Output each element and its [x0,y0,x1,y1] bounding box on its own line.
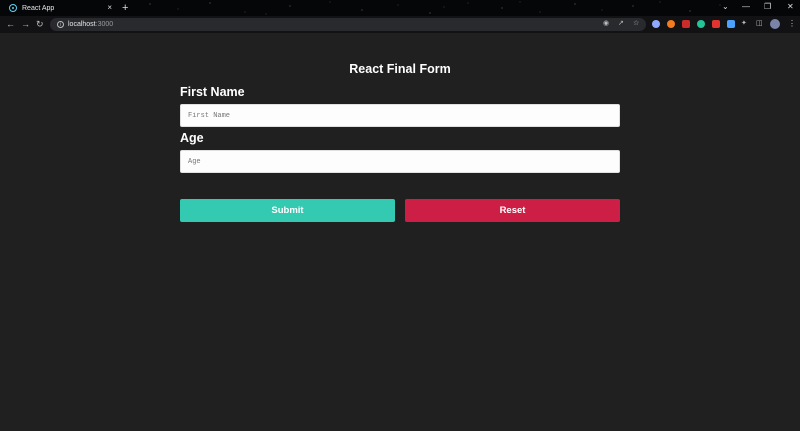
first-name-label: First Name [180,85,245,99]
url-port: :3000 [95,21,114,28]
extension-icon[interactable] [682,20,690,28]
browser-tab[interactable]: React App × [4,0,116,16]
new-tab-button[interactable]: + [122,2,128,14]
browser-tab-strip: React App × + ⌄ — ❐ ✕ [0,0,800,16]
share-icon[interactable]: ↗ [618,19,624,28]
forward-arrow-icon[interactable]: → [21,18,30,30]
puzzle-extensions-icon[interactable]: ✦ [741,19,747,28]
profile-avatar[interactable] [770,19,780,29]
react-favicon-icon [9,4,17,12]
reload-icon[interactable]: ↻ [36,18,44,30]
browser-toolbar: ← → ↻ i localhost :3000 ◉ ↗ ☆ ✦ ◫ ⋮ [0,16,800,33]
extension-icon[interactable] [697,20,705,28]
site-info-icon[interactable]: i [57,21,64,28]
age-input[interactable] [180,150,620,173]
tab-title: React App [22,4,55,12]
restore-button[interactable]: ❐ [764,2,771,12]
submit-button[interactable]: Submit [180,199,395,222]
reset-button[interactable]: Reset [405,199,620,222]
extension-icon[interactable] [652,20,660,28]
tab-close-icon[interactable]: × [107,3,112,13]
bookmark-star-icon[interactable]: ☆ [633,19,639,28]
back-arrow-icon[interactable]: ← [6,18,15,30]
kebab-menu-icon[interactable]: ⋮ [788,19,796,29]
page-content: React Final Form First Name Age Submit R… [0,33,800,431]
form-title: React Final Form [349,62,451,76]
minimize-button[interactable]: — [742,2,750,12]
tab-search-icon[interactable]: ⌄ [722,2,729,12]
eye-off-icon[interactable]: ◉ [603,19,609,28]
url-host: localhost [68,21,96,28]
close-window-button[interactable]: ✕ [787,2,794,12]
extension-icon[interactable] [712,20,720,28]
extension-icon[interactable] [727,20,735,28]
age-label: Age [180,131,204,145]
side-panel-icon[interactable]: ◫ [756,19,763,28]
extension-icon[interactable] [667,20,675,28]
address-bar[interactable]: i localhost :3000 [50,18,646,31]
first-name-input[interactable] [180,104,620,127]
